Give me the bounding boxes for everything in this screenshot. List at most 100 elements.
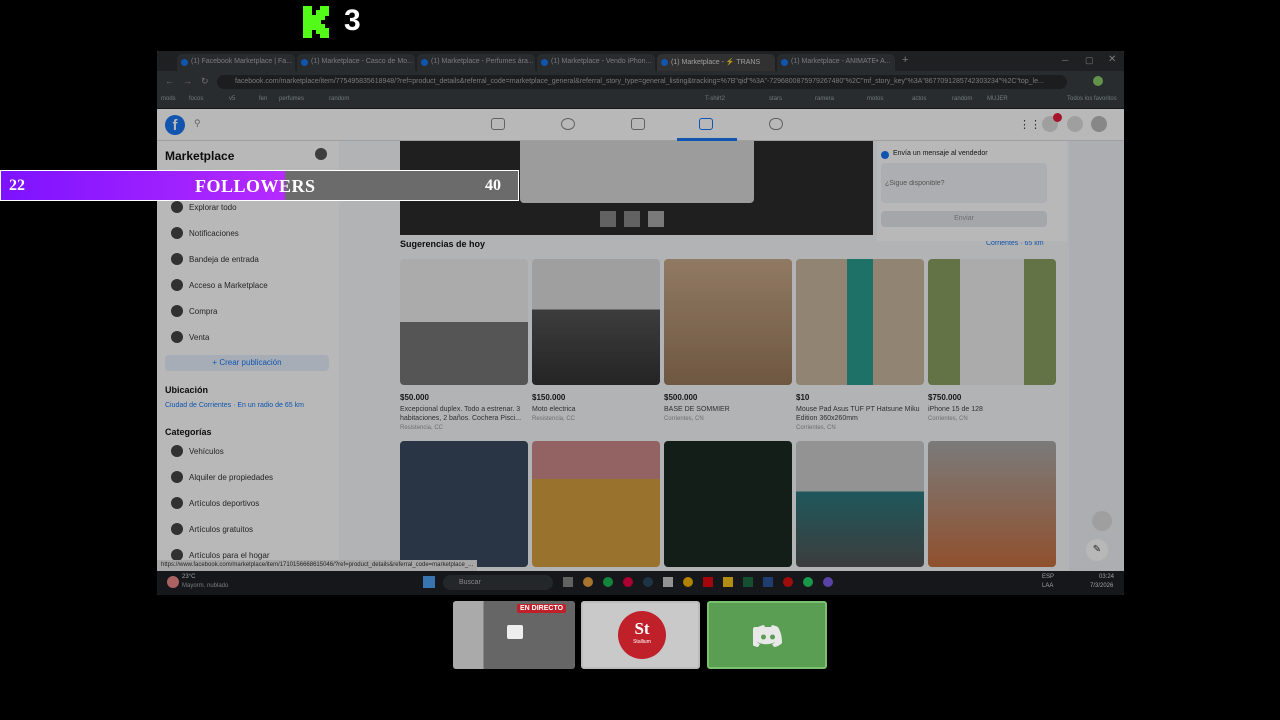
category-item[interactable]: Vehículos bbox=[171, 444, 224, 460]
new-tab-icon[interactable]: + bbox=[902, 54, 908, 66]
bookmark-item[interactable]: Todos los favoritos bbox=[1067, 96, 1117, 102]
bookmark-item[interactable]: random bbox=[952, 96, 972, 102]
app-icon[interactable] bbox=[823, 577, 833, 587]
send-button[interactable]: Enviar bbox=[881, 211, 1047, 227]
browser-tab[interactable]: (1) Marketplace - Perfumes ára... bbox=[417, 54, 535, 71]
address-bar[interactable]: facebook.com/marketplace/item/7754958356… bbox=[217, 75, 1067, 89]
close-icon[interactable]: ✕ bbox=[1108, 54, 1116, 65]
thumbnail[interactable] bbox=[648, 211, 664, 227]
listing-card[interactable] bbox=[928, 441, 1056, 567]
browser-tab[interactable]: (1) Marketplace - Casco de Mo... bbox=[297, 54, 415, 71]
suggestions-location-link[interactable]: Corrientes · 65 km bbox=[986, 240, 1044, 247]
bookmark-item[interactable]: T-shirt2 bbox=[705, 96, 725, 102]
listing-card[interactable] bbox=[664, 441, 792, 567]
reload-icon[interactable]: ↻ bbox=[201, 76, 209, 87]
sidebar-item-buy[interactable]: Compra bbox=[171, 304, 217, 320]
windows-start-icon[interactable] bbox=[423, 576, 435, 588]
browser-tab[interactable]: (1) Marketplace - ANIMATE• A... bbox=[777, 54, 895, 71]
marketplace-icon[interactable] bbox=[699, 118, 713, 130]
bookmark-item[interactable]: motos bbox=[867, 96, 883, 102]
whatsapp-icon[interactable] bbox=[803, 577, 813, 587]
compose-icon[interactable]: ✎ bbox=[1086, 539, 1108, 561]
create-listing-button[interactable]: + Crear publicación bbox=[165, 355, 329, 371]
clock-date[interactable]: 7/3/2026 bbox=[1090, 583, 1113, 589]
listing-card[interactable] bbox=[400, 441, 528, 567]
app-icon[interactable] bbox=[583, 577, 593, 587]
bookmark-item[interactable]: fen bbox=[259, 96, 267, 102]
netflix-icon[interactable] bbox=[703, 577, 713, 587]
sidebar-item-sell[interactable]: Venta bbox=[171, 330, 209, 346]
minimize-icon[interactable]: ─ bbox=[1062, 55, 1068, 65]
sidebar-item-notifications[interactable]: Notificaciones bbox=[171, 226, 239, 242]
thumbnail[interactable] bbox=[600, 211, 616, 227]
live-badge: EN DIRECTO bbox=[517, 604, 567, 613]
listing-card[interactable]: $150.000 Moto electrica Resistencia, CC bbox=[532, 259, 660, 422]
listing-card[interactable]: $50.000 Excepcional duplex. Todo a estre… bbox=[400, 259, 528, 431]
bell-icon bbox=[171, 227, 183, 239]
listing-card[interactable]: $500.000 BASE DE SOMMIER Corrientes, CN bbox=[664, 259, 792, 422]
search-icon[interactable]: ⚲ bbox=[194, 118, 201, 129]
discord-thumbnail[interactable] bbox=[707, 601, 827, 669]
folder-icon[interactable] bbox=[723, 577, 733, 587]
app-icon[interactable] bbox=[663, 577, 673, 587]
listing-location: Corrientes, CN bbox=[796, 425, 836, 431]
bell-icon[interactable] bbox=[1067, 116, 1083, 132]
stream-preview-thumbnail[interactable]: EN DIRECTO bbox=[453, 601, 575, 669]
gaming-icon[interactable] bbox=[769, 118, 783, 130]
category-item[interactable]: Alquiler de propiedades bbox=[171, 470, 273, 486]
bookmark-item[interactable]: perfumes bbox=[279, 96, 304, 102]
steam-icon[interactable] bbox=[643, 577, 653, 587]
sidebar-item-inbox[interactable]: Bandeja de entrada bbox=[171, 252, 259, 268]
messenger-icon bbox=[881, 151, 889, 159]
message-input[interactable] bbox=[881, 163, 1047, 203]
chrome-icon[interactable] bbox=[683, 577, 693, 587]
video-icon[interactable] bbox=[631, 118, 645, 130]
bookmark-item[interactable]: MUJER bbox=[987, 96, 1008, 102]
menu-grid-icon[interactable]: ⋮⋮ bbox=[1019, 118, 1041, 131]
sidebar-item-access[interactable]: Acceso a Marketplace bbox=[171, 278, 268, 294]
browser-tab[interactable]: (1) Facebook Marketplace | Fa... bbox=[177, 54, 295, 71]
excel-icon[interactable] bbox=[743, 577, 753, 587]
app-icon[interactable] bbox=[563, 577, 573, 587]
bookmark-item[interactable]: random bbox=[329, 96, 349, 102]
maximize-icon[interactable]: ▢ bbox=[1085, 55, 1094, 66]
browser-tab-active[interactable]: (1) Marketplace - ⚡ TRANS bbox=[657, 54, 775, 71]
spotify-icon[interactable] bbox=[603, 577, 613, 587]
gear-icon[interactable] bbox=[315, 148, 327, 160]
forward-icon[interactable]: → bbox=[183, 76, 192, 86]
back-icon[interactable]: ← bbox=[165, 76, 174, 86]
word-icon[interactable] bbox=[763, 577, 773, 587]
extension-icon[interactable] bbox=[1093, 76, 1103, 86]
stallium-thumbnail[interactable]: St Stallium bbox=[581, 601, 700, 669]
bookmark-item[interactable]: actos bbox=[912, 96, 926, 102]
listing-image bbox=[532, 259, 660, 385]
browser-tab[interactable]: (1) Marketplace - Vendo iPhon... bbox=[537, 54, 655, 71]
thumbnail[interactable] bbox=[624, 211, 640, 227]
listing-location: Corrientes, CN bbox=[664, 416, 704, 422]
home-icon[interactable] bbox=[491, 118, 505, 130]
opera-icon[interactable] bbox=[783, 577, 793, 587]
listing-card[interactable]: $750.000 iPhone 15 de 128 Corrientes, CN bbox=[928, 259, 1056, 422]
bookmark-item[interactable]: mods bbox=[161, 96, 176, 102]
avatar[interactable] bbox=[1091, 116, 1107, 132]
location-link[interactable]: Ciudad de Corrientes · En un radio de 65… bbox=[165, 402, 304, 409]
sidebar-item-explore[interactable]: Explorar todo bbox=[171, 200, 237, 216]
language-indicator[interactable]: ESP bbox=[1042, 574, 1054, 580]
facebook-logo-icon[interactable]: f bbox=[165, 115, 185, 135]
bookmark-item[interactable]: v5 bbox=[229, 96, 235, 102]
category-item[interactable]: Artículos gratuitos bbox=[171, 522, 253, 538]
bookmark-item[interactable]: ramera bbox=[815, 96, 834, 102]
chat-head-avatar[interactable] bbox=[1092, 511, 1112, 531]
bookmark-item[interactable]: stars bbox=[769, 96, 782, 102]
categories-heading: Categorías bbox=[165, 427, 212, 437]
friends-icon[interactable] bbox=[561, 118, 575, 130]
taskbar-search[interactable]: Buscar bbox=[443, 575, 553, 590]
bookmark-item[interactable]: focos bbox=[189, 96, 203, 102]
language-indicator-sub[interactable]: LAA bbox=[1042, 583, 1053, 589]
listing-card[interactable] bbox=[796, 441, 924, 567]
listing-card[interactable]: $10 Mouse Pad Asus TUF PT Hatsune Miku E… bbox=[796, 259, 924, 431]
app-icon[interactable] bbox=[623, 577, 633, 587]
listing-card[interactable] bbox=[532, 441, 660, 567]
category-item[interactable]: Artículos deportivos bbox=[171, 496, 259, 512]
clock-time[interactable]: 03:24 bbox=[1099, 574, 1114, 580]
